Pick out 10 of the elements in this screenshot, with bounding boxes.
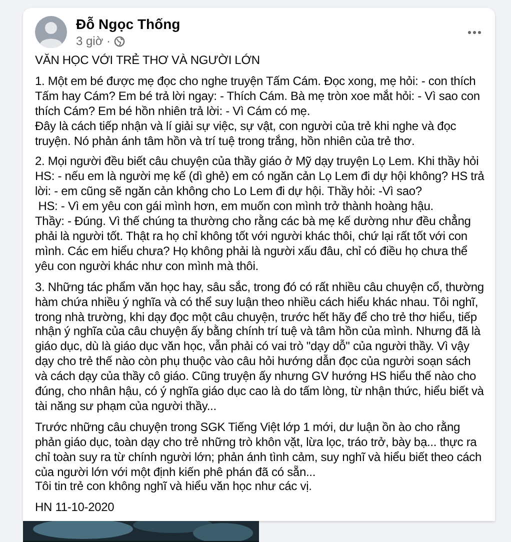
post-title: VĂN HỌC VỚI TRẺ THƠ VÀ NGƯỜI LỚN bbox=[35, 53, 261, 68]
author-name[interactable]: Đỗ Ngọc Thống bbox=[76, 16, 455, 32]
post-paragraph: Trước những câu chuyện trong SGK Tiếng Việt lớp 1 mới, dư luận ồn ào cho rằng phản giáo dục, toàn dạy cho trẻ những trò khôn vặt, lừa lọc, tráo trở, bày bạ... thực ra chỉ toàn suy ra từ chính người lớn; phản ánh tình cảm, suy nghĩ và hiểu biết theo cách của người lớn với một định kiến phê phán đã có sẵn... Tôi tin trẻ con không nghĩ và hiểu văn học như các vị. bbox=[35, 420, 483, 494]
post-paragraph: HN 11-10-2020 bbox=[35, 500, 116, 516]
post-paragraph: 3. Những tác phẩm văn học hay, sâu sắc, trong đó có rất nhiều câu chuyện cổ, thường hàm chứa nhiều ý nghĩa và có thể suy luận theo nhiều cách hiểu khác nhau. Tôi nghĩ, trong nhà trường, khi dạy đọc một câu chuyện, trước hết hãy để cho trẻ thơ hiểu, tiếp nhận ý nghĩa của câu chuyện ấy bằng chính trí tuệ và tâm hồn của mình. Nhưng đã là giáo dục, dù là giáo dục văn học, vẫn phải có vai trò "dạy dỗ" của người thầy. Vì vậy dạy cho trẻ thế nào còn phụ thuộc vào câu hỏi hướng dẫn đọc của người soạn sách và cách dạy của thầy cô giáo. Cũng truyện ấy nhưng GV hướng HS hiểu thế nào cho đúng, cho nhân hậu, có ý nghĩa giáo dục cao là do tấm lòng, từ nhận thức, hiểu biết và tài năng sư phạm của người thầy... bbox=[35, 280, 485, 414]
globe-icon bbox=[114, 36, 125, 46]
avatar[interactable] bbox=[35, 16, 67, 48]
post-time[interactable]: 3 giờ · bbox=[76, 34, 111, 48]
post-paragraph: 2. Mọi người đều biết câu chuyện của thầy giáo ở Mỹ dạy truyện Lọ Lem. Khi thầy hỏi HS: - nếu em là người mẹ kế (dì ghẻ) em có ngăn cản Lọ Lem đi dự hội không? HS trả lời: - em cũng sẽ ngăn cản không cho Lo Lem đi dự hội. Thầy hỏi: -Vì sao? HS: - Vì em yêu con gái mình hơn, em muốn con mình trở thành hoàng hậu. Thầy: - Đúng. Vì thế chúng ta thường cho rằng các bà mẹ kế dường như đều chẳng phải là người tốt. Thật ra họ chỉ không tốt với người khác thôi, chứ lại rất tốt với con mình. Các em hiểu chưa? Họ không phải là người xấu đâu, chỉ có điều họ chưa thể yêu con người khác như con mình mà thôi. bbox=[35, 154, 485, 274]
post-paragraph: 1. Một em bé được mẹ đọc cho nghe truyện Tấm Cám. Đọc xong, mẹ hỏi: - con thích Tấm hay Cám? Em bé trả lời ngay: - Thích Cám. Bà mẹ tròn xoe mắt hỏi: - Vì sao con thích Cám? Em bé hồn nhiên trả lời: - Vì Cám có mẹ. Đây là cách tiếp nhận và lí giải sự việc, sự vật, con người của trẻ khi nghe và đọc truyện. Nó phản ánh tâm hồn và trí tuệ trong trắng, hồn nhiên của trẻ thơ. bbox=[35, 74, 481, 148]
